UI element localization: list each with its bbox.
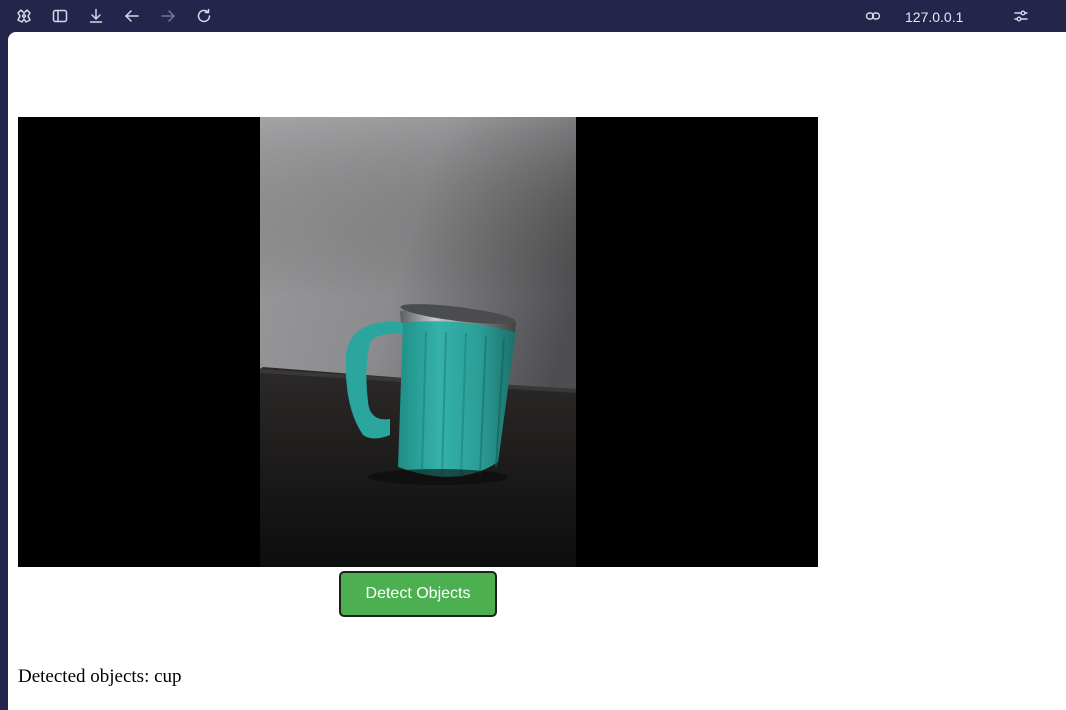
reload-icon[interactable] xyxy=(194,6,214,26)
download-icon[interactable] xyxy=(86,6,106,26)
result-label: Detected objects: xyxy=(18,666,150,687)
page-viewport: Detect Objects Detected objects: cup xyxy=(8,32,1066,710)
site-settings-icon[interactable] xyxy=(1011,6,1031,26)
browser-toolbar: 127.0.0.1 xyxy=(0,0,1066,32)
result-value: cup xyxy=(154,666,182,687)
detect-objects-button[interactable]: Detect Objects xyxy=(339,571,497,617)
detection-result: Detected objects: cup xyxy=(18,666,182,688)
sidebar-toggle-icon[interactable] xyxy=(50,6,70,26)
camera-frame-image xyxy=(18,117,818,567)
back-arrow-icon[interactable] xyxy=(122,6,142,26)
link-icon[interactable] xyxy=(863,6,883,26)
address-bar-url[interactable]: 127.0.0.1 xyxy=(905,8,963,26)
forward-arrow-icon[interactable] xyxy=(158,6,178,26)
camera-video-feed xyxy=(18,117,818,567)
browser-logo-icon[interactable] xyxy=(14,6,34,26)
